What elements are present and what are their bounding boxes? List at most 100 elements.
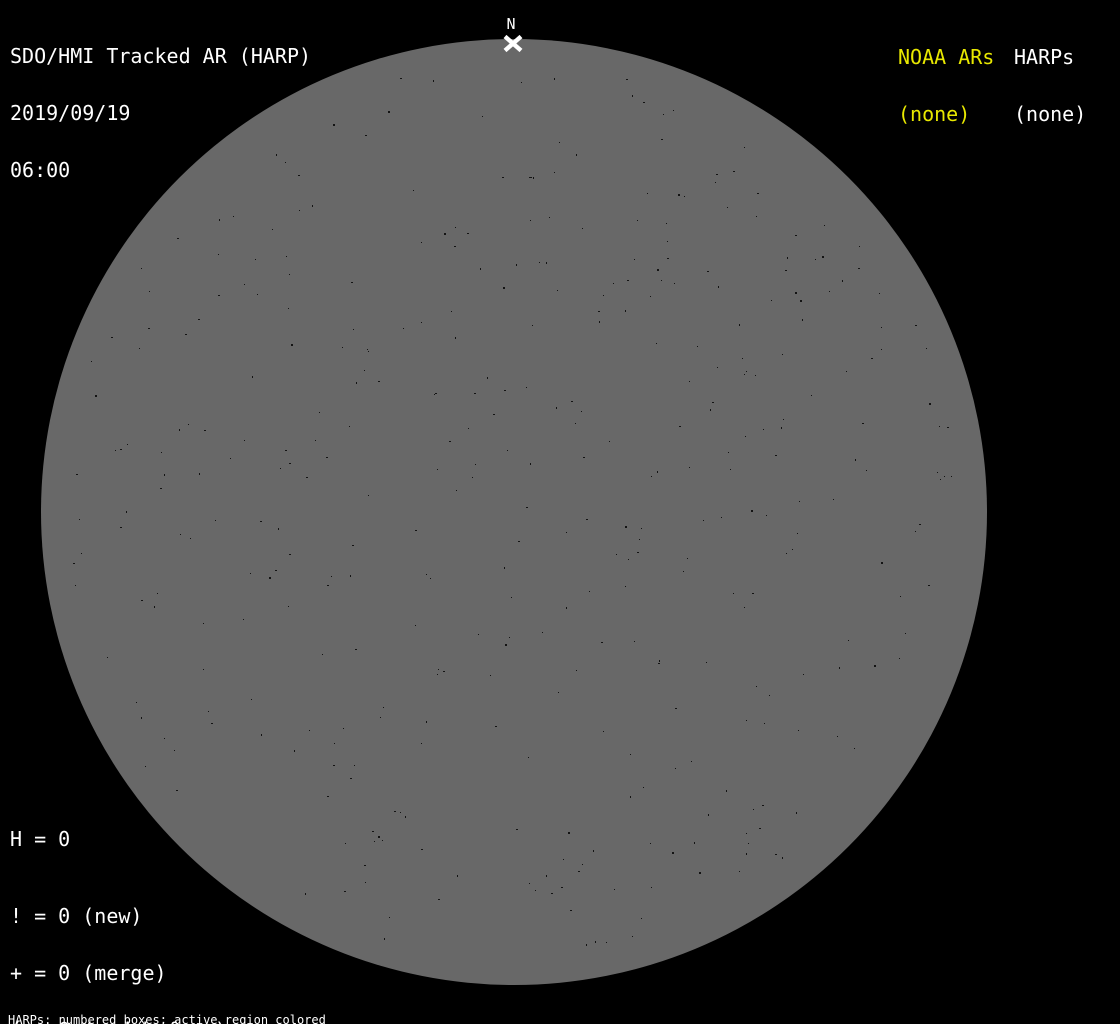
magnetic-speck xyxy=(586,944,587,946)
magnetic-speck xyxy=(775,455,777,456)
harps-status: HARPs (none) xyxy=(1014,10,1086,162)
magnetic-speck xyxy=(848,640,849,641)
magnetic-speck xyxy=(666,223,667,224)
magnetic-speck xyxy=(278,528,279,530)
magnetic-speck xyxy=(650,296,651,297)
magnetic-speck xyxy=(145,766,146,767)
magnetic-speck xyxy=(383,707,384,708)
magnetic-speck xyxy=(280,468,281,469)
magnetic-speck xyxy=(634,259,635,260)
magnetic-speck xyxy=(269,577,271,579)
magnetic-speck xyxy=(752,593,754,594)
magnetic-speck xyxy=(511,597,512,598)
magnetic-speck xyxy=(251,699,252,700)
magnetic-speck xyxy=(378,381,380,382)
magnetic-speck xyxy=(842,280,843,282)
legend-row-merge: + = 0 (merge) xyxy=(10,961,167,985)
magnetic-speck xyxy=(858,268,860,269)
magnetic-speck xyxy=(405,816,406,818)
magnetic-speck xyxy=(759,828,761,829)
magnetic-speck xyxy=(871,358,873,359)
magnetic-speck xyxy=(691,761,692,762)
magnetic-speck xyxy=(487,377,488,379)
magnetic-speck xyxy=(699,872,701,874)
magnetic-speck xyxy=(625,586,626,587)
magnetic-speck xyxy=(663,114,664,115)
magnetic-speck xyxy=(803,674,804,675)
magnetic-speck xyxy=(643,102,645,103)
magnetic-speck xyxy=(708,814,709,816)
magnetic-speck xyxy=(730,469,731,470)
magnetic-speck xyxy=(802,319,803,321)
magnetic-speck xyxy=(288,606,289,607)
magnetic-speck xyxy=(415,625,416,626)
magnetic-speck xyxy=(75,585,76,586)
north-pole-cross-icon xyxy=(503,34,523,53)
magnetic-speck xyxy=(516,829,518,830)
magnetic-speck xyxy=(566,607,567,609)
magnetic-speck xyxy=(727,207,728,208)
magnetic-speck xyxy=(744,374,745,375)
magnetic-speck xyxy=(215,520,216,521)
magnetic-speck xyxy=(751,510,753,512)
magnetic-speck xyxy=(556,407,557,409)
magnetic-speck xyxy=(630,754,631,755)
magnetic-speck xyxy=(703,520,704,521)
magnetic-speck xyxy=(739,871,740,872)
magnetic-speck xyxy=(595,941,596,943)
magnetic-speck xyxy=(601,642,603,643)
magnetic-speck xyxy=(451,311,452,312)
magnetic-speck xyxy=(208,711,209,712)
observation-date: 2019/09/19 xyxy=(10,101,131,125)
magnetic-speck xyxy=(715,182,716,183)
magnetic-speck xyxy=(766,515,767,516)
magnetic-speck xyxy=(771,300,772,301)
magnetic-speck xyxy=(533,177,534,179)
magnetic-speck xyxy=(389,917,390,918)
magnetic-speck xyxy=(438,669,439,670)
magnetic-speck xyxy=(657,471,658,473)
magnetic-speck xyxy=(661,139,663,140)
magnetic-speck xyxy=(444,233,446,235)
magnetic-speck xyxy=(657,269,659,271)
magnetic-speck xyxy=(929,403,931,405)
magnetic-speck xyxy=(799,501,800,502)
magnetic-speck xyxy=(345,843,346,844)
magnetic-speck xyxy=(641,528,642,529)
magnetic-speck xyxy=(530,463,531,465)
magnetic-speck xyxy=(535,890,536,891)
magnetic-speck xyxy=(947,427,949,428)
magnetic-speck xyxy=(637,220,638,221)
magnetic-speck xyxy=(899,658,900,659)
magnetic-speck xyxy=(557,290,558,291)
magnetic-speck xyxy=(694,842,695,844)
magnetic-speck xyxy=(614,889,615,890)
magnetic-speck xyxy=(76,474,78,475)
magnetic-speck xyxy=(900,596,901,597)
magnetic-speck xyxy=(73,563,75,564)
noaa-ars-label: NOAA ARs xyxy=(898,45,995,69)
magnetic-speck xyxy=(309,730,310,731)
magnetic-speck xyxy=(344,891,346,892)
magnetic-speck xyxy=(578,871,580,872)
magnetic-speck xyxy=(762,805,764,806)
magnetic-speck xyxy=(940,479,941,480)
magnetic-speck xyxy=(91,361,92,362)
magnetic-speck xyxy=(833,499,834,500)
magnetic-speck xyxy=(504,390,506,391)
magnetic-speck xyxy=(745,436,746,437)
magnetic-speck xyxy=(674,283,675,284)
magnetic-speck xyxy=(437,469,438,470)
magnetic-speck xyxy=(532,325,533,326)
magnetic-speck xyxy=(438,899,440,900)
magnetic-speck xyxy=(603,295,604,296)
magnetic-speck xyxy=(352,545,354,546)
magnetic-speck xyxy=(480,268,481,270)
magnetic-speck xyxy=(855,459,856,461)
magnetic-speck xyxy=(746,833,747,834)
magnetic-speck xyxy=(364,865,366,866)
magnetic-speck xyxy=(606,942,607,943)
magnetic-speck xyxy=(326,457,328,458)
magnetic-speck xyxy=(529,883,530,884)
magnetic-speck xyxy=(252,376,253,378)
